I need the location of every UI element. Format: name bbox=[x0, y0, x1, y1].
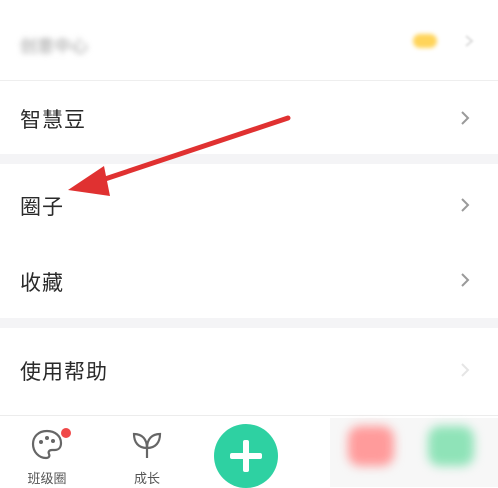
blurred-red-element bbox=[348, 426, 394, 466]
tab-banjiquan[interactable]: 班级圈 bbox=[7, 416, 87, 488]
blurred-tab-area bbox=[330, 418, 498, 487]
annotation-arrow bbox=[68, 115, 291, 196]
notification-dot bbox=[61, 428, 71, 438]
add-button[interactable] bbox=[214, 424, 278, 488]
blurred-green-element bbox=[428, 426, 474, 466]
palette-icon bbox=[31, 429, 63, 460]
tab-chengzhang[interactable]: 成长 bbox=[107, 416, 187, 488]
plus-icon bbox=[230, 440, 262, 472]
tab-label: 班级圈 bbox=[27, 472, 67, 487]
tab-label: 成长 bbox=[133, 472, 160, 487]
sprout-icon bbox=[132, 432, 162, 458]
